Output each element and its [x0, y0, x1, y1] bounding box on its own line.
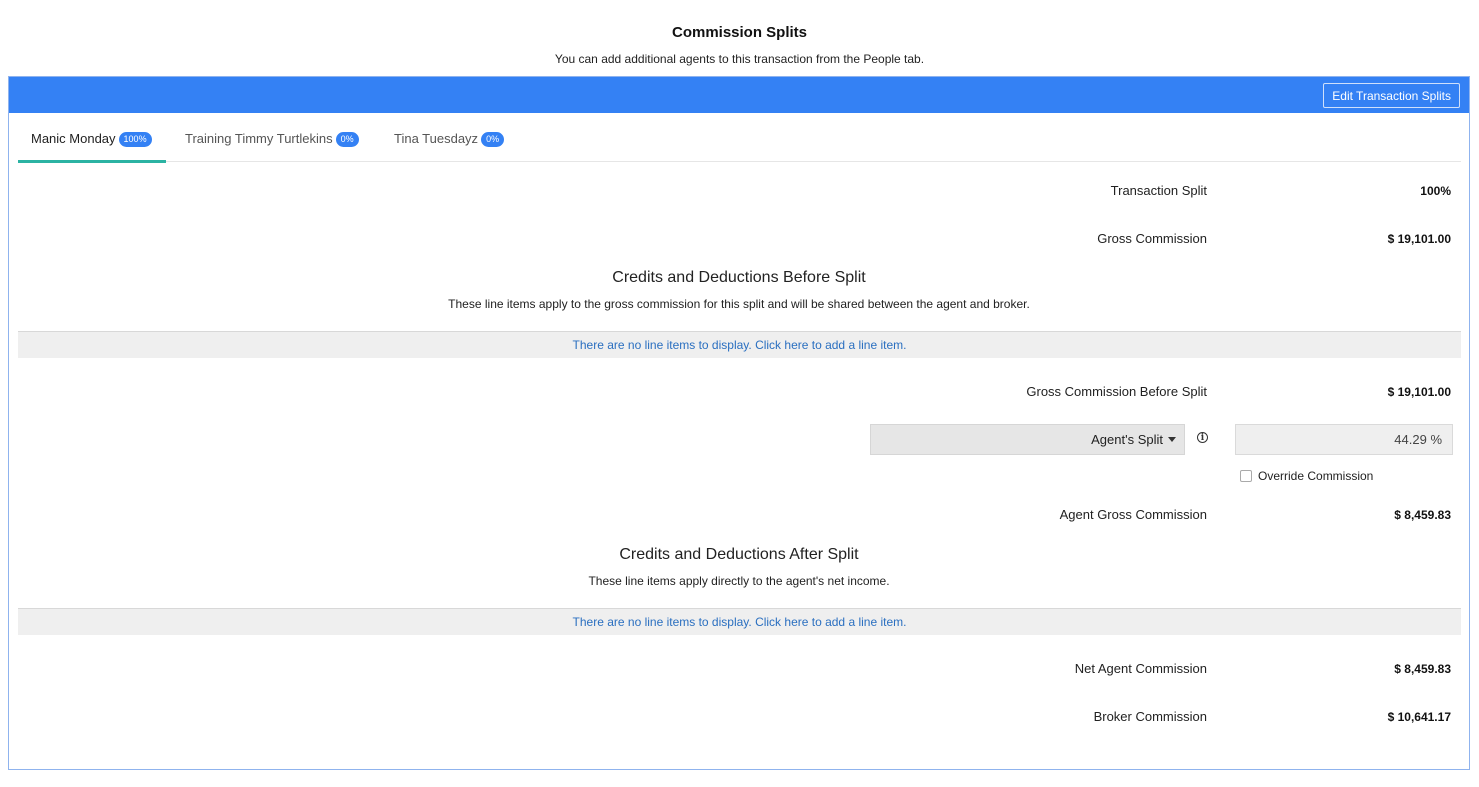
agent-gross-commission-label: Agent Gross Commission [1059, 507, 1207, 522]
broker-commission-value: $ 10,641.17 [1387, 710, 1451, 724]
caret-down-icon [1168, 437, 1176, 442]
after-split-empty-row: There are no line items to display. Clic… [18, 608, 1461, 635]
tab-label: Training Timmy Turtlekins [185, 131, 333, 146]
agent-gross-commission-value: $ 8,459.83 [1394, 508, 1451, 522]
after-split-title: Credits and Deductions After Split [619, 546, 859, 563]
tab-training-timmy-turtlekins[interactable]: Training Timmy Turtlekins 0% [185, 113, 359, 161]
tab-tina-tuesdayz[interactable]: Tina Tuesdayz 0% [394, 113, 505, 161]
add-line-item-link[interactable]: There are no line items to display. Clic… [573, 615, 907, 629]
net-agent-commission-value: $ 8,459.83 [1394, 662, 1451, 676]
override-commission-label: Override Commission [1258, 469, 1374, 483]
tab-label: Tina Tuesdayz [394, 131, 479, 146]
agent-split-label: Agent's Split [1091, 432, 1163, 447]
page-title: Commission Splits [671, 24, 808, 41]
broker-commission-label: Broker Commission [1093, 709, 1207, 724]
gross-before-split-label: Gross Commission Before Split [1026, 384, 1207, 399]
checkbox-icon[interactable] [1240, 470, 1252, 482]
tab-manic-monday[interactable]: Manic Monday 100% [18, 113, 166, 163]
agent-tabs: Manic Monday 100% Training Timmy Turtleki… [18, 113, 1461, 163]
transaction-split-label: Transaction Split [1110, 183, 1207, 198]
panel-toolbar: Edit Transaction Splits [9, 77, 1469, 113]
transaction-split-value: 100% [1420, 184, 1451, 198]
gross-commission-label: Gross Commission [1097, 231, 1207, 246]
gross-commission-value: $ 19,101.00 [1387, 232, 1451, 246]
agent-split-percent-field[interactable]: 44.29 % [1235, 424, 1453, 455]
before-split-empty-row: There are no line items to display. Clic… [18, 331, 1461, 358]
before-split-description: These line items apply to the gross comm… [448, 297, 1030, 311]
net-agent-commission-label: Net Agent Commission [1074, 661, 1207, 676]
tab-badge: 0% [481, 132, 505, 147]
before-split-title: Credits and Deductions Before Split [612, 269, 866, 286]
agent-split-dropdown[interactable]: Agent's Split [870, 424, 1185, 455]
add-line-item-link[interactable]: There are no line items to display. Clic… [573, 338, 907, 352]
after-split-description: These line items apply directly to the a… [588, 574, 890, 588]
tab-badge: 100% [118, 132, 152, 147]
page-subtitle: You can add additional agents to this tr… [554, 52, 925, 66]
edit-transaction-splits-button[interactable]: Edit Transaction Splits [1323, 83, 1460, 108]
tab-badge: 0% [335, 132, 359, 147]
override-commission-checkbox[interactable]: Override Commission [1240, 469, 1373, 483]
gross-before-split-value: $ 19,101.00 [1387, 385, 1451, 399]
info-icon[interactable]: i [1197, 432, 1208, 443]
commission-splits-panel: Edit Transaction Splits Manic Monday 100%… [8, 76, 1470, 770]
tab-label: Manic Monday [31, 131, 116, 146]
